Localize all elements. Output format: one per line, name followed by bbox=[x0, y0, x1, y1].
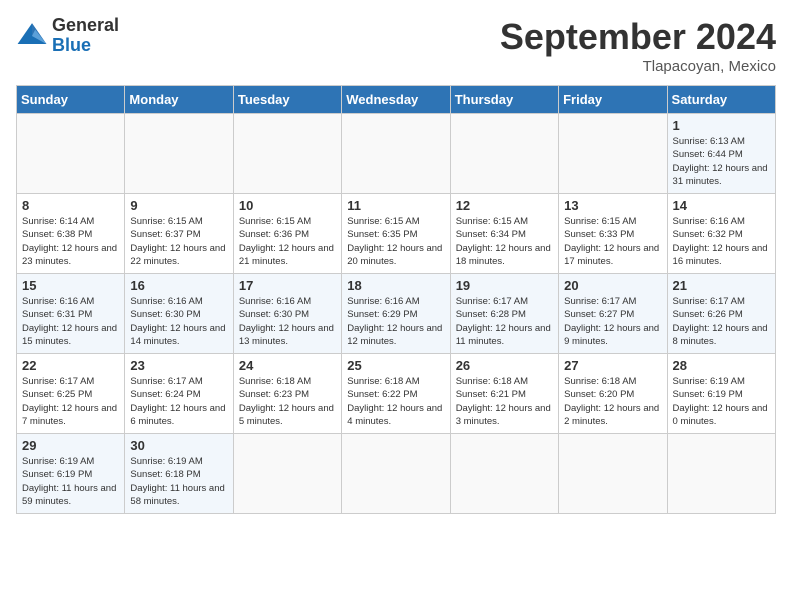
table-row: 29Sunrise: 6:19 AMSunset: 6:19 PMDayligh… bbox=[17, 434, 125, 514]
logo-blue: Blue bbox=[52, 36, 119, 56]
table-row: 16Sunrise: 6:16 AMSunset: 6:30 PMDayligh… bbox=[125, 274, 233, 354]
calendar-header: Sunday Monday Tuesday Wednesday Thursday… bbox=[17, 86, 776, 114]
col-monday: Monday bbox=[125, 86, 233, 114]
table-row: 8Sunrise: 6:14 AMSunset: 6:38 PMDaylight… bbox=[17, 194, 125, 274]
table-row: 17Sunrise: 6:16 AMSunset: 6:30 PMDayligh… bbox=[233, 274, 341, 354]
title-section: September 2024 Tlapacoyan, Mexico bbox=[500, 16, 776, 75]
logo: General Blue bbox=[16, 16, 119, 56]
table-row: 24Sunrise: 6:18 AMSunset: 6:23 PMDayligh… bbox=[233, 354, 341, 434]
location: Tlapacoyan, Mexico bbox=[500, 58, 776, 75]
col-wednesday: Wednesday bbox=[342, 86, 450, 114]
table-row: 26Sunrise: 6:18 AMSunset: 6:21 PMDayligh… bbox=[450, 354, 558, 434]
table-row bbox=[559, 114, 667, 194]
table-row bbox=[450, 114, 558, 194]
calendar-body: 1Sunrise: 6:13 AMSunset: 6:44 PMDaylight… bbox=[17, 114, 776, 514]
table-row bbox=[559, 434, 667, 514]
table-row: 10Sunrise: 6:15 AMSunset: 6:36 PMDayligh… bbox=[233, 194, 341, 274]
col-friday: Friday bbox=[559, 86, 667, 114]
calendar-table: Sunday Monday Tuesday Wednesday Thursday… bbox=[16, 85, 776, 514]
col-tuesday: Tuesday bbox=[233, 86, 341, 114]
table-row bbox=[342, 434, 450, 514]
logo-text: General Blue bbox=[52, 16, 119, 56]
table-row bbox=[233, 114, 341, 194]
table-row: 9Sunrise: 6:15 AMSunset: 6:37 PMDaylight… bbox=[125, 194, 233, 274]
col-thursday: Thursday bbox=[450, 86, 558, 114]
calendar-row: 15Sunrise: 6:16 AMSunset: 6:31 PMDayligh… bbox=[17, 274, 776, 354]
table-row: 19Sunrise: 6:17 AMSunset: 6:28 PMDayligh… bbox=[450, 274, 558, 354]
header-row: Sunday Monday Tuesday Wednesday Thursday… bbox=[17, 86, 776, 114]
col-sunday: Sunday bbox=[17, 86, 125, 114]
table-row bbox=[342, 114, 450, 194]
table-row: 25Sunrise: 6:18 AMSunset: 6:22 PMDayligh… bbox=[342, 354, 450, 434]
table-row: 12Sunrise: 6:15 AMSunset: 6:34 PMDayligh… bbox=[450, 194, 558, 274]
table-row: 14Sunrise: 6:16 AMSunset: 6:32 PMDayligh… bbox=[667, 194, 775, 274]
calendar-row: 1Sunrise: 6:13 AMSunset: 6:44 PMDaylight… bbox=[17, 114, 776, 194]
table-row bbox=[667, 434, 775, 514]
table-row: 22Sunrise: 6:17 AMSunset: 6:25 PMDayligh… bbox=[17, 354, 125, 434]
calendar-row: 29Sunrise: 6:19 AMSunset: 6:19 PMDayligh… bbox=[17, 434, 776, 514]
table-row bbox=[450, 434, 558, 514]
table-row: 11Sunrise: 6:15 AMSunset: 6:35 PMDayligh… bbox=[342, 194, 450, 274]
table-row bbox=[233, 434, 341, 514]
table-row: 28Sunrise: 6:19 AMSunset: 6:19 PMDayligh… bbox=[667, 354, 775, 434]
table-row: 15Sunrise: 6:16 AMSunset: 6:31 PMDayligh… bbox=[17, 274, 125, 354]
table-row: 1Sunrise: 6:13 AMSunset: 6:44 PMDaylight… bbox=[667, 114, 775, 194]
table-row: 23Sunrise: 6:17 AMSunset: 6:24 PMDayligh… bbox=[125, 354, 233, 434]
table-row: 30Sunrise: 6:19 AMSunset: 6:18 PMDayligh… bbox=[125, 434, 233, 514]
table-row: 18Sunrise: 6:16 AMSunset: 6:29 PMDayligh… bbox=[342, 274, 450, 354]
table-row: 13Sunrise: 6:15 AMSunset: 6:33 PMDayligh… bbox=[559, 194, 667, 274]
logo-icon bbox=[16, 20, 48, 52]
col-saturday: Saturday bbox=[667, 86, 775, 114]
calendar-row: 22Sunrise: 6:17 AMSunset: 6:25 PMDayligh… bbox=[17, 354, 776, 434]
page-header: General Blue September 2024 Tlapacoyan, … bbox=[16, 16, 776, 75]
month-title: September 2024 bbox=[500, 16, 776, 58]
table-row: 27Sunrise: 6:18 AMSunset: 6:20 PMDayligh… bbox=[559, 354, 667, 434]
table-row: 21Sunrise: 6:17 AMSunset: 6:26 PMDayligh… bbox=[667, 274, 775, 354]
logo-general: General bbox=[52, 16, 119, 36]
table-row bbox=[17, 114, 125, 194]
table-row bbox=[125, 114, 233, 194]
calendar-row: 8Sunrise: 6:14 AMSunset: 6:38 PMDaylight… bbox=[17, 194, 776, 274]
table-row: 20Sunrise: 6:17 AMSunset: 6:27 PMDayligh… bbox=[559, 274, 667, 354]
